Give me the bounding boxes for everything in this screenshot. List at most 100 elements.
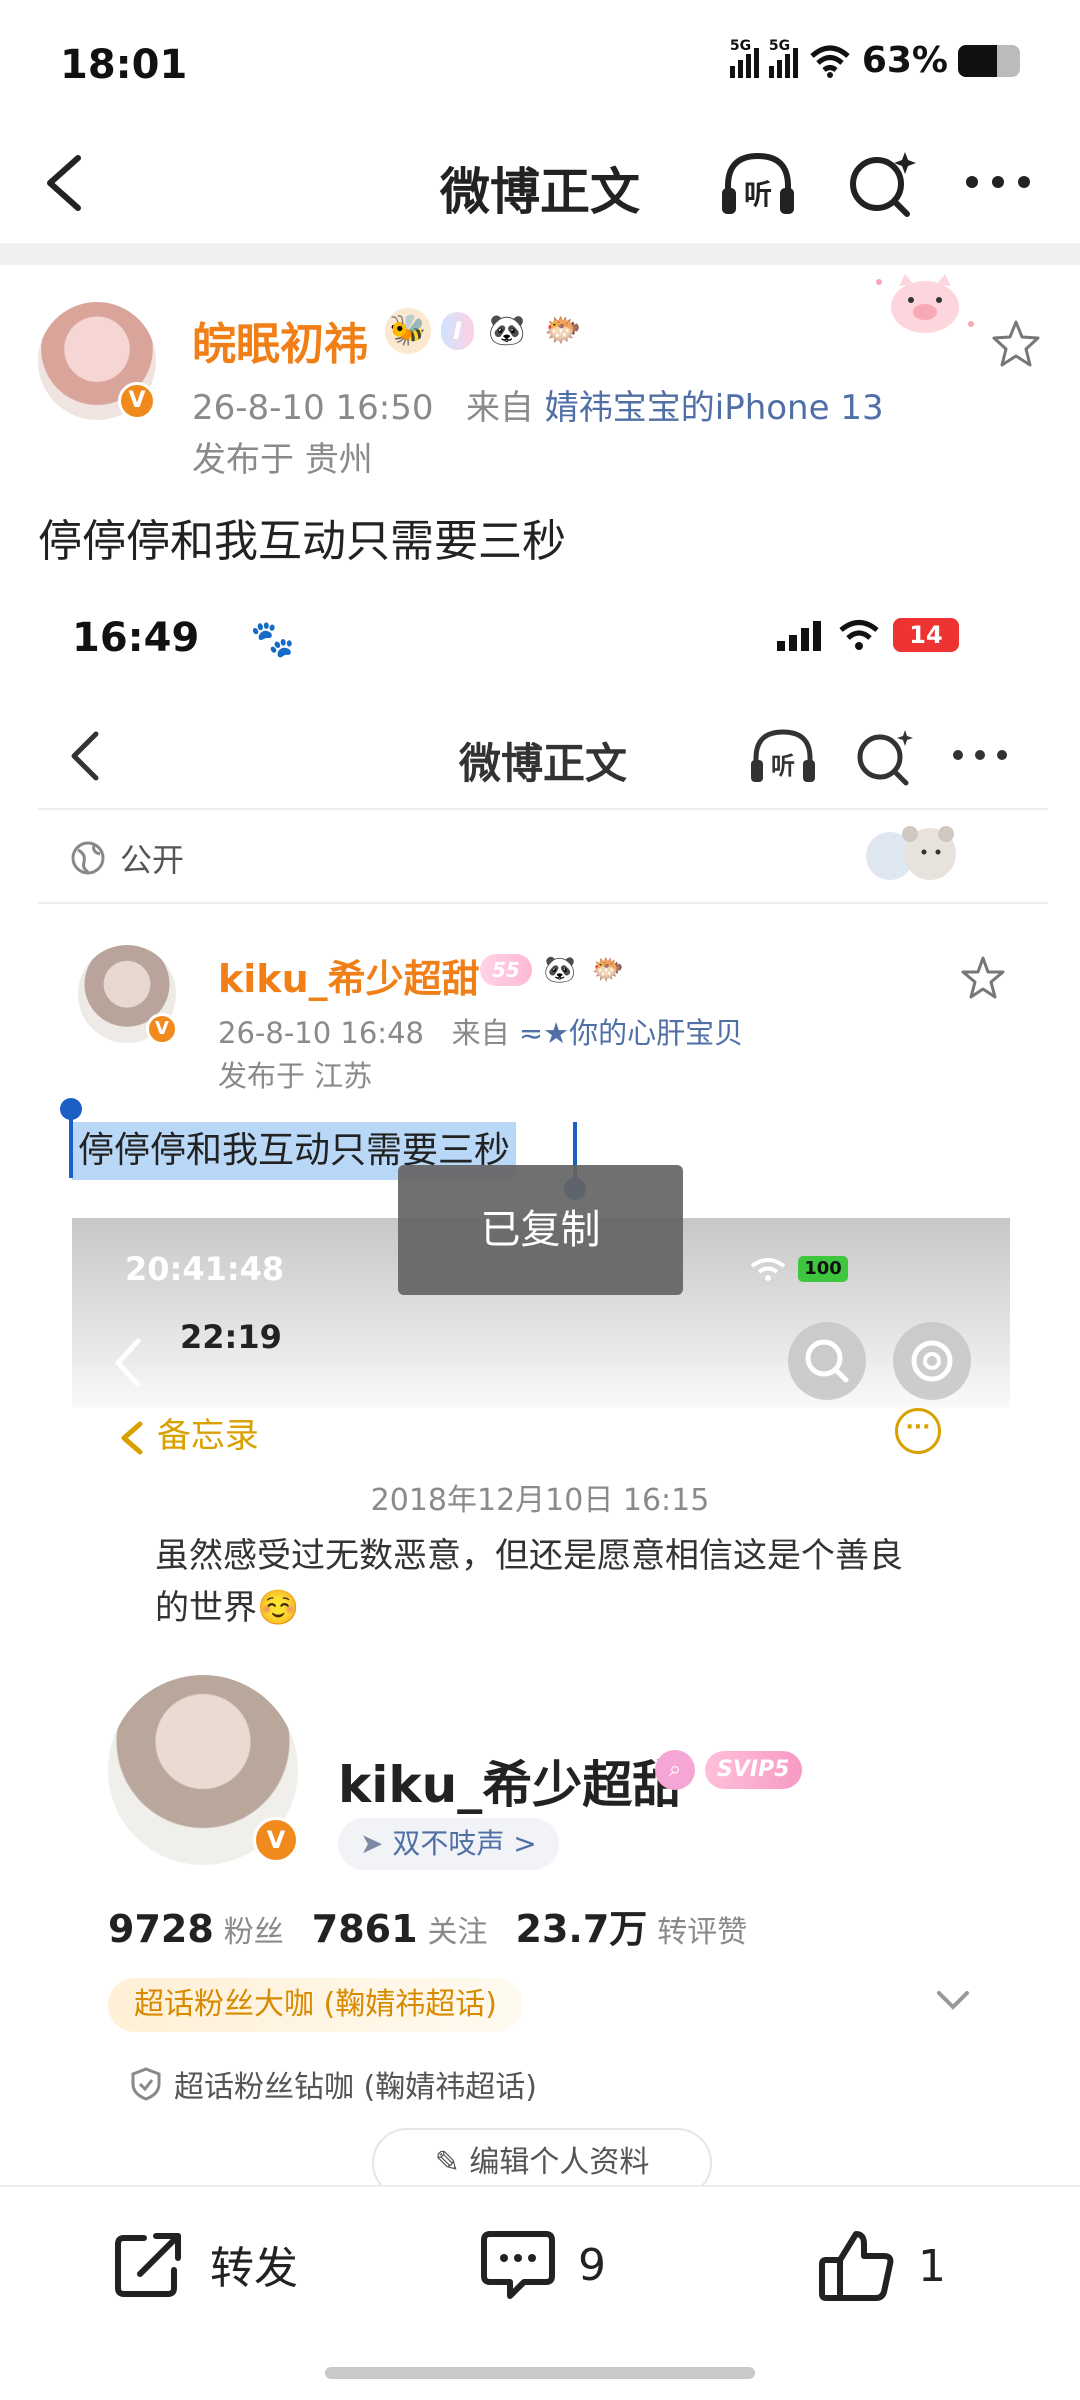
profile-avatar: V [108,1675,299,1865]
embedded-badges: 55 🐼 🐡 [480,950,628,990]
embedded-author-name: kiku_希少超甜 [218,957,480,1001]
memo-date: 2018年12月10日 16:15 [370,1483,710,1518]
embedded-wifi-icon [839,620,879,650]
embedded-post-time: 26-8-10 16:48 [218,1016,424,1050]
nested-status-icons: 100 [748,1256,848,1282]
embedded-battery: 14 [893,618,959,652]
svip-badge: SVIP5 [705,1751,802,1789]
profile-verified-icon: V [253,1817,299,1863]
divider [38,902,1048,904]
fish-badge-icon: 🐡 [544,313,582,348]
comment-button[interactable]: 9 [480,2228,606,2302]
bear-sticker-icon [866,826,956,880]
selection-start-bar [69,1110,73,1178]
profile-tag-label: 双不吱声 > [392,1827,537,1860]
status-icons: 5G 5G 63% [729,38,1020,81]
status-time: 18:01 [60,42,188,88]
verified-badge-icon: V [118,382,156,420]
nested-status-time-text: 20:41:48 [125,1250,285,1288]
battery-percent: 63% [861,40,948,81]
profile-search-badge-icon: ⌕ [655,1750,695,1790]
like-count: 1 [918,2240,946,2292]
pig-sticker-icon [876,274,974,333]
paw-icon: 🐾 [250,619,295,660]
embedded-post-source: ≂★你的心肝宝贝 [518,1016,744,1050]
post-time: 26-8-10 16:50 [192,388,434,428]
nested-inner-time: 22:19 [180,1318,282,1356]
fan-badge-2-label: 超话粉丝钻咖 (鞠婧祎超话) [174,2070,537,2105]
more-icon[interactable] [962,162,1034,202]
stat-followers: 9728 粉丝 [108,1907,284,1951]
shield-icon [131,2067,161,2101]
embedded-author-avatar: V [78,945,178,1045]
author-badges: 🐝 I 🐼 🐡 [385,308,586,354]
wifi-icon [810,45,850,78]
globe-icon [71,841,105,875]
post-meta: 26-8-10 16:50 来自 婧祎宝宝的iPhone 13 [192,380,884,429]
from-label: 来自 [465,388,534,428]
embedded-post-meta: 26-8-10 16:48 来自 ≂★你的心肝宝贝 [218,1010,743,1052]
visibility-label: 公开 [120,841,185,879]
copied-toast: 已复制 [398,1165,683,1295]
embedded-post-location: 发布于 江苏 [218,1059,373,1093]
battery-icon [958,44,1020,77]
home-indicator[interactable] [325,2367,755,2379]
embedded-listen-icon: 听 [751,729,815,782]
share-icon [115,2233,181,2297]
divider [38,808,1048,810]
embedded-more-icon [953,750,1007,760]
nested-wifi-icon [750,1258,786,1281]
network-label-1: 5G [729,37,752,54]
chevron-down-icon [937,1991,969,2010]
embedded-listen-label: 听 [771,752,795,780]
memo-more-icon: ··· [895,1408,941,1454]
post-text: 停停停和我互动只需要三秒 [38,516,566,567]
embedded-top-nav: 微博正文 听 [38,700,1048,810]
fan-badge-2: 超话粉丝钻咖 (鞠婧祎超话) [130,2062,537,2106]
profile-tag: ➤ 双不吱声 > [338,1818,559,1870]
embedded-verified-icon: V [146,1013,178,1045]
stat-interactions: 23.7万 转评赞 [515,1907,748,1951]
author-avatar[interactable]: V [38,302,156,420]
favorite-star-icon[interactable] [990,318,1042,370]
status-bar: 18:01 5G 5G 63% [0,0,1080,130]
embedded-star-icon [961,956,1005,999]
post-source[interactable]: 婧祎宝宝的iPhone 13 [545,388,884,428]
pencil-icon: ✎ [434,2145,460,2180]
send-icon: ➤ [360,1827,384,1860]
profile-badges: ⌕ SVIP5 [655,1750,802,1790]
embedded-status-icons: 14 [775,618,959,652]
fan-badge: 超话粉丝大咖 (鞠婧祎超话) [108,1978,523,2032]
top-nav: 微博正文 听 [0,120,1080,245]
nested-search-icon [788,1322,866,1400]
comment-icon [481,2231,555,2299]
embedded-search-icon [857,730,913,786]
page-title: 微博正文 [440,163,640,221]
nested-settings-icon [893,1322,971,1400]
visibility-row: 公开 [70,835,184,881]
bee-badge-icon: 🐝 [385,308,431,354]
embedded-from-label: 来自 [451,1016,510,1050]
embedded-panda-icon: 🐼 [543,955,577,985]
search-icon[interactable] [845,148,917,220]
signal-icon-1: 5G [729,38,759,78]
network-label-2: 5G [768,37,791,54]
edit-profile-label: 编辑个人资料 [469,2145,650,2180]
embedded-signal-icon [777,621,821,651]
memo-chevron-left-icon [121,1421,143,1454]
nested-status-time: 20:41:48 [125,1250,284,1288]
embedded-fish-icon: 🐡 [591,955,625,985]
embedded-status-time: 16:49 [72,615,200,661]
embedded-level-badge: 55 [480,954,532,986]
level-badge: I [441,312,474,350]
memo-back-label: 备忘录 [156,1416,259,1456]
listen-icon[interactable]: 听 [718,148,798,220]
stat-following: 7861 关注 [311,1907,488,1951]
repost-button[interactable]: 转发 [112,2228,298,2300]
author-name[interactable]: 皖眠初祎 [192,308,368,372]
signal-icon-2: 5G [768,38,798,78]
panda-badge-icon: 🐼 [488,313,526,348]
profile-name: kiku_希少超甜 [338,1756,683,1814]
like-button[interactable]: 1 [818,2228,946,2304]
listen-label: 听 [744,178,772,211]
